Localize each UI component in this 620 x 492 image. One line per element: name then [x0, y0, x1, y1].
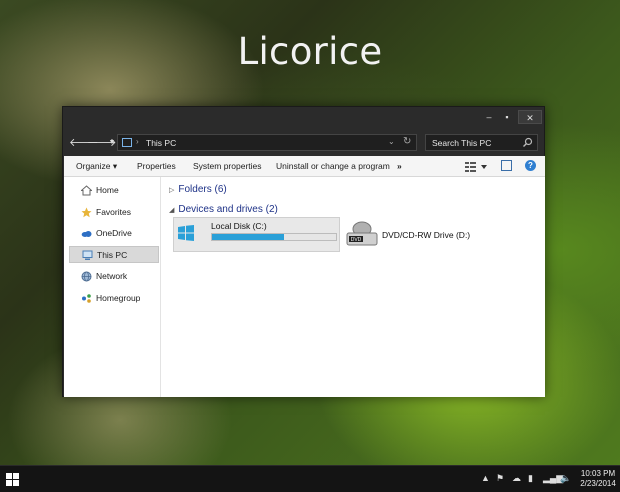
title-bar[interactable]: – ▪ ✕ [63, 107, 544, 127]
system-properties-button[interactable]: System properties [193, 161, 262, 171]
close-button[interactable]: ✕ [518, 110, 542, 124]
forward-arrow-icon[interactable]: 🡒 [87, 136, 117, 150]
windows-drive-icon [178, 225, 194, 241]
breadcrumb[interactable]: This PC [146, 138, 176, 148]
explorer-window: – ▪ ✕ 🡐 🡒 ▼ › This PC ⌄ ↻ Search This PC… [62, 106, 545, 397]
computer-icon [122, 138, 132, 147]
windows-start-icon[interactable] [6, 473, 19, 486]
sidebar-item-homegroup[interactable]: Homegroup [69, 290, 159, 307]
content-area: Home Favorites OneDrive This PC Network … [64, 177, 545, 397]
collapse-arrow-icon[interactable]: ◢ [169, 207, 174, 214]
more-commands-button[interactable]: » [397, 161, 402, 171]
sidebar-item-label: OneDrive [96, 228, 132, 238]
maximize-button[interactable]: ▪ [499, 110, 515, 124]
desktop-title: Licorice [237, 30, 383, 73]
cloud-icon [81, 231, 92, 237]
uninstall-program-button[interactable]: Uninstall or change a program [276, 161, 390, 171]
items-view: ▷ Folders (6) ◢ Devices and drives (2) Loc… [162, 177, 545, 397]
minimize-button[interactable]: – [481, 110, 497, 124]
sidebar-item-network[interactable]: Network [69, 268, 159, 285]
folders-group-header[interactable]: ▷ Folders (6) [169, 184, 227, 195]
sidebar-item-label: Homegroup [96, 293, 141, 303]
volume-icon[interactable]: 🔈 [560, 473, 571, 484]
search-icon[interactable] [522, 137, 533, 148]
clock-date: 2/23/2014 [580, 479, 616, 488]
sidebar-item-this-pc[interactable]: This PC [69, 246, 159, 263]
address-row: 🡐 🡒 ▼ › This PC ⌄ ↻ Search This PC [67, 132, 542, 154]
search-placeholder: Search This PC [432, 138, 492, 148]
expand-arrow-icon[interactable]: ▷ [169, 187, 174, 194]
navigation-pane: Home Favorites OneDrive This PC Network … [64, 177, 161, 397]
drive-usage-bar [211, 233, 337, 241]
computer-icon [82, 250, 93, 260]
action-center-flag-icon[interactable]: ⚑ [496, 473, 504, 484]
address-bar[interactable]: › This PC ⌄ ↻ [117, 134, 417, 151]
homegroup-icon [82, 294, 91, 303]
help-icon[interactable]: ? [525, 160, 536, 171]
drive-name: Local Disk (C:) [211, 221, 267, 231]
command-bar: Organize ▾ Properties System properties … [64, 156, 545, 177]
sidebar-item-label: Network [96, 271, 128, 281]
clock-time: 10:03 PM [580, 469, 616, 478]
sidebar-item-label: This PC [97, 250, 128, 260]
organize-button[interactable]: Organize ▾ [76, 161, 117, 172]
network-icon [81, 271, 92, 282]
drive-usage-fill [212, 234, 284, 240]
properties-button[interactable]: Properties [137, 161, 176, 171]
sidebar-item-home[interactable]: Home [69, 182, 159, 199]
sidebar-item-favorites[interactable]: Favorites [69, 204, 159, 221]
sidebar-item-onedrive[interactable]: OneDrive [69, 225, 159, 242]
refresh-icon[interactable]: ↻ [403, 136, 411, 147]
change-view-icon[interactable] [465, 161, 487, 172]
folders-group-label: Folders (6) [178, 184, 227, 195]
breadcrumb-separator: › [136, 137, 139, 146]
drive-name: DVD/CD-RW Drive (D:) [382, 230, 471, 240]
drive-item-local-disk[interactable]: Local Disk (C:) [173, 217, 340, 252]
drive-item-dvd[interactable]: DVD DVD/CD-RW Drive (D:) [345, 217, 495, 252]
taskbar: ▲ ⚑ ☁ ▮ ▂▄▆ 🔈 10:03 PM 2/23/2014 [0, 465, 620, 492]
sidebar-item-label: Home [96, 185, 119, 195]
preview-pane-icon[interactable] [501, 160, 512, 171]
show-hidden-icons-icon[interactable]: ▲ [481, 473, 490, 483]
dvd-badge: DVD [351, 237, 362, 243]
devices-group-header[interactable]: ◢ Devices and drives (2) [169, 204, 278, 215]
sidebar-item-label: Favorites [96, 207, 131, 217]
battery-icon[interactable]: ▮ [528, 473, 533, 484]
star-icon [81, 207, 92, 218]
devices-group-label: Devices and drives (2) [178, 204, 278, 215]
taskbar-clock[interactable]: 10:03 PM 2/23/2014 [578, 469, 618, 489]
chevron-down-icon[interactable]: ⌄ [388, 137, 395, 146]
dvd-drive-icon: DVD [346, 221, 378, 246]
onedrive-tray-icon[interactable]: ☁ [512, 473, 521, 484]
search-input[interactable]: Search This PC [425, 134, 538, 151]
home-icon [81, 185, 92, 196]
back-arrow-icon[interactable]: 🡐 [69, 136, 99, 150]
